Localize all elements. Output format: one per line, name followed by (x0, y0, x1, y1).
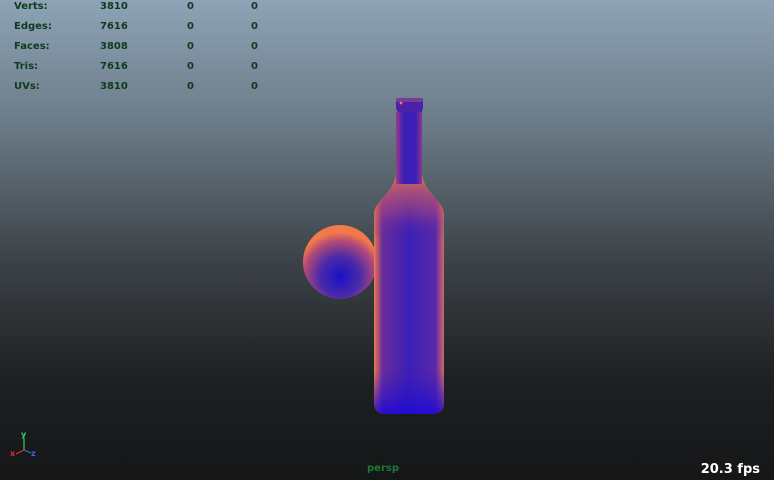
bottle-object[interactable] (374, 98, 444, 414)
fps-counter: 20.3 fps (700, 462, 760, 477)
scene-render (303, 98, 444, 414)
viewport-persp[interactable]: Verts: 3810 0 0 Edges: 7616 0 0 Faces: 3… (0, 0, 774, 480)
axis-gizmo: y x z (10, 430, 36, 458)
axis-y-label: y (21, 430, 27, 439)
camera-name-label: persp (367, 463, 399, 474)
sphere-object[interactable] (303, 225, 377, 299)
axis-z-label: z (31, 449, 36, 458)
axis-x-label: x (10, 449, 16, 458)
